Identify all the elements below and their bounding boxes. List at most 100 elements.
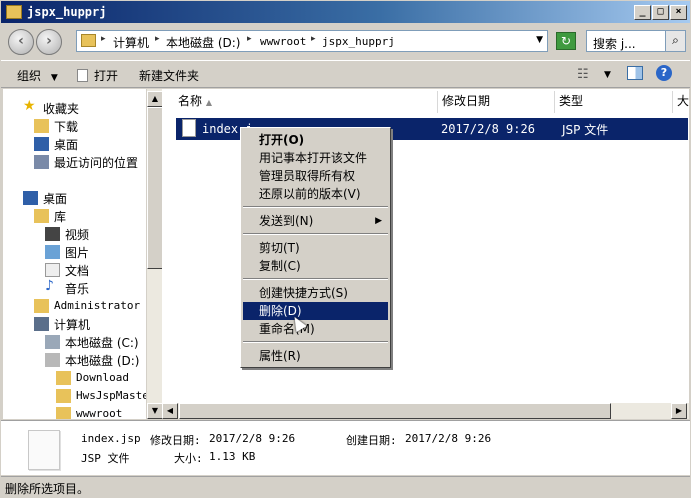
menu-item-take-ownership[interactable]: 管理员取得所有权 — [243, 167, 388, 185]
organize-button[interactable]: 组织 ▼ — [17, 67, 58, 84]
details-modified-value: 2017/2/8 9:26 — [209, 432, 296, 445]
drive-icon — [45, 353, 60, 367]
column-header-name[interactable]: 名称 ▲ — [162, 91, 438, 113]
open-label: 打开 — [94, 69, 119, 83]
folder-icon — [56, 389, 71, 403]
menu-item-create-shortcut[interactable]: 创建快捷方式(S) — [243, 284, 388, 302]
desktop-icon — [34, 137, 49, 151]
view-options-icon[interactable]: ☷ — [577, 67, 589, 82]
help-icon[interactable]: ? — [656, 65, 672, 81]
star-icon: ★ — [23, 98, 36, 114]
details-filename: index.jsp — [81, 432, 141, 445]
breadcrumb-wwwroot[interactable]: wwwroot — [260, 35, 306, 48]
scroll-left-icon[interactable]: ◀ — [162, 403, 178, 419]
menu-item-restore-versions[interactable]: 还原以前的版本(V) — [243, 185, 388, 203]
chevron-right-icon[interactable]: ▸ — [155, 34, 160, 44]
address-bar[interactable]: ▸ 计算机 ▸ 本地磁盘 (D:) ▸ wwwroot ▸ jspx_huppr… — [76, 30, 548, 52]
back-arrow-icon: ‹ — [18, 33, 24, 49]
scroll-thumb[interactable] — [147, 107, 163, 269]
organize-label: 组织 — [17, 69, 42, 83]
search-box[interactable]: 搜索 j... ⌕ — [586, 30, 686, 52]
pictures-icon — [45, 245, 60, 259]
documents-icon — [45, 263, 60, 277]
chevron-down-icon[interactable]: ▼ — [604, 70, 611, 80]
scroll-right-icon[interactable]: ▶ — [671, 403, 687, 419]
recent-places-icon — [34, 155, 49, 169]
details-created-label: 创建日期: — [346, 434, 397, 447]
menu-item-open[interactable]: 打开(O) — [243, 131, 388, 149]
column-header-type[interactable]: 类型 — [555, 91, 673, 113]
chevron-down-icon[interactable]: ▼ — [536, 35, 543, 45]
download-folder-icon — [34, 119, 49, 133]
music-icon: ♪ — [45, 278, 54, 294]
navigation-pane: ★ 收藏夹 下载 桌面 最近访问的位置 桌面 库 视频 图片 文档 ♪ 音乐 Adm… — [3, 89, 146, 419]
file-icon — [28, 430, 60, 470]
menu-separator — [243, 278, 388, 280]
navigation-scrollbar[interactable]: ▲ ▼ — [146, 89, 163, 419]
library-icon — [34, 209, 49, 223]
context-menu: 打开(O) 用记事本打开该文件 管理员取得所有权 还原以前的版本(V) 发送到(… — [240, 127, 391, 368]
open-button[interactable]: 打开 — [77, 67, 118, 84]
column-header-size[interactable]: 大 — [673, 91, 689, 113]
sort-up-icon: ▲ — [205, 98, 212, 107]
status-bar: 删除所选项目。 — [1, 476, 690, 497]
maximize-button[interactable]: □ — [652, 5, 669, 20]
forward-button[interactable]: › — [36, 29, 62, 55]
refresh-button[interactable]: ↻ — [556, 32, 576, 50]
details-modified-label: 修改日期: — [150, 434, 201, 447]
menu-item-properties[interactable]: 属性(R) — [243, 347, 388, 365]
folder-icon — [56, 371, 71, 385]
title-bar: jspx_hupprj _ □ × — [0, 0, 691, 24]
user-folder-icon — [34, 299, 49, 313]
folder-icon — [56, 407, 71, 419]
preview-pane-icon[interactable] — [627, 66, 643, 80]
folder-icon — [81, 34, 96, 47]
computer-icon — [34, 317, 49, 331]
menu-separator — [243, 233, 388, 235]
menu-separator — [243, 341, 388, 343]
breadcrumb-drive-d[interactable]: 本地磁盘 (D:) — [166, 34, 240, 51]
menu-separator — [243, 206, 388, 208]
address-bar-area: ‹ › ▸ 计算机 ▸ 本地磁盘 (D:) ▸ wwwroot ▸ jspx_h… — [1, 24, 690, 59]
chevron-down-icon: ▼ — [50, 73, 58, 83]
column-header-modified[interactable]: 修改日期 — [438, 91, 555, 113]
file-list-scrollbar[interactable]: ◀ ▶ — [162, 403, 689, 419]
command-toolbar: 组织 ▼ 打开 新建文件夹 ☷ ▼ ? — [1, 60, 690, 88]
file-icon — [77, 69, 88, 82]
details-size-value: 1.13 KB — [209, 450, 256, 463]
file-icon — [182, 119, 196, 137]
scroll-up-icon[interactable]: ▲ — [147, 91, 163, 107]
menu-item-copy[interactable]: 复制(C) — [243, 257, 388, 275]
forward-arrow-icon: › — [46, 33, 52, 49]
menu-item-rename[interactable]: 重命名(M) — [243, 320, 388, 338]
new-folder-button[interactable]: 新建文件夹 — [139, 67, 199, 84]
breadcrumb-computer[interactable]: 计算机 — [113, 34, 149, 51]
search-input[interactable]: 搜索 j... — [593, 35, 636, 52]
refresh-icon: ↻ — [560, 34, 572, 48]
video-icon — [45, 227, 60, 241]
file-modified: 2017/2/8 9:26 — [441, 122, 535, 136]
chevron-right-icon[interactable]: ▸ — [311, 34, 316, 44]
breadcrumb-current[interactable]: jspx_hupprj — [322, 35, 395, 48]
menu-item-cut[interactable]: 剪切(T) — [243, 239, 388, 257]
search-icon[interactable]: ⌕ — [665, 31, 685, 51]
file-type: JSP 文件 — [562, 123, 609, 137]
status-text: 删除所选项目。 — [5, 482, 90, 496]
desktop-icon — [23, 191, 38, 205]
chevron-right-icon: ▸ — [101, 34, 106, 44]
submenu-arrow-icon: ▶ — [375, 216, 382, 226]
scroll-thumb[interactable] — [179, 403, 611, 419]
system-drive-icon — [45, 335, 60, 349]
details-created-value: 2017/2/8 9:26 — [405, 432, 492, 445]
window-title: jspx_hupprj — [27, 5, 107, 19]
minimize-button[interactable]: _ — [634, 5, 651, 20]
close-button[interactable]: × — [670, 5, 687, 20]
menu-item-delete[interactable]: 删除(D) — [243, 302, 388, 320]
details-pane: index.jsp 修改日期: 2017/2/8 9:26 创建日期: 2017… — [1, 420, 690, 475]
back-button[interactable]: ‹ — [8, 29, 34, 55]
scroll-down-icon[interactable]: ▼ — [147, 403, 163, 419]
menu-item-send-to[interactable]: 发送到(N) ▶ — [243, 212, 388, 230]
details-size-label: 大小: — [174, 452, 203, 465]
chevron-right-icon[interactable]: ▸ — [247, 34, 252, 44]
menu-item-open-notepad[interactable]: 用记事本打开该文件 — [243, 149, 388, 167]
